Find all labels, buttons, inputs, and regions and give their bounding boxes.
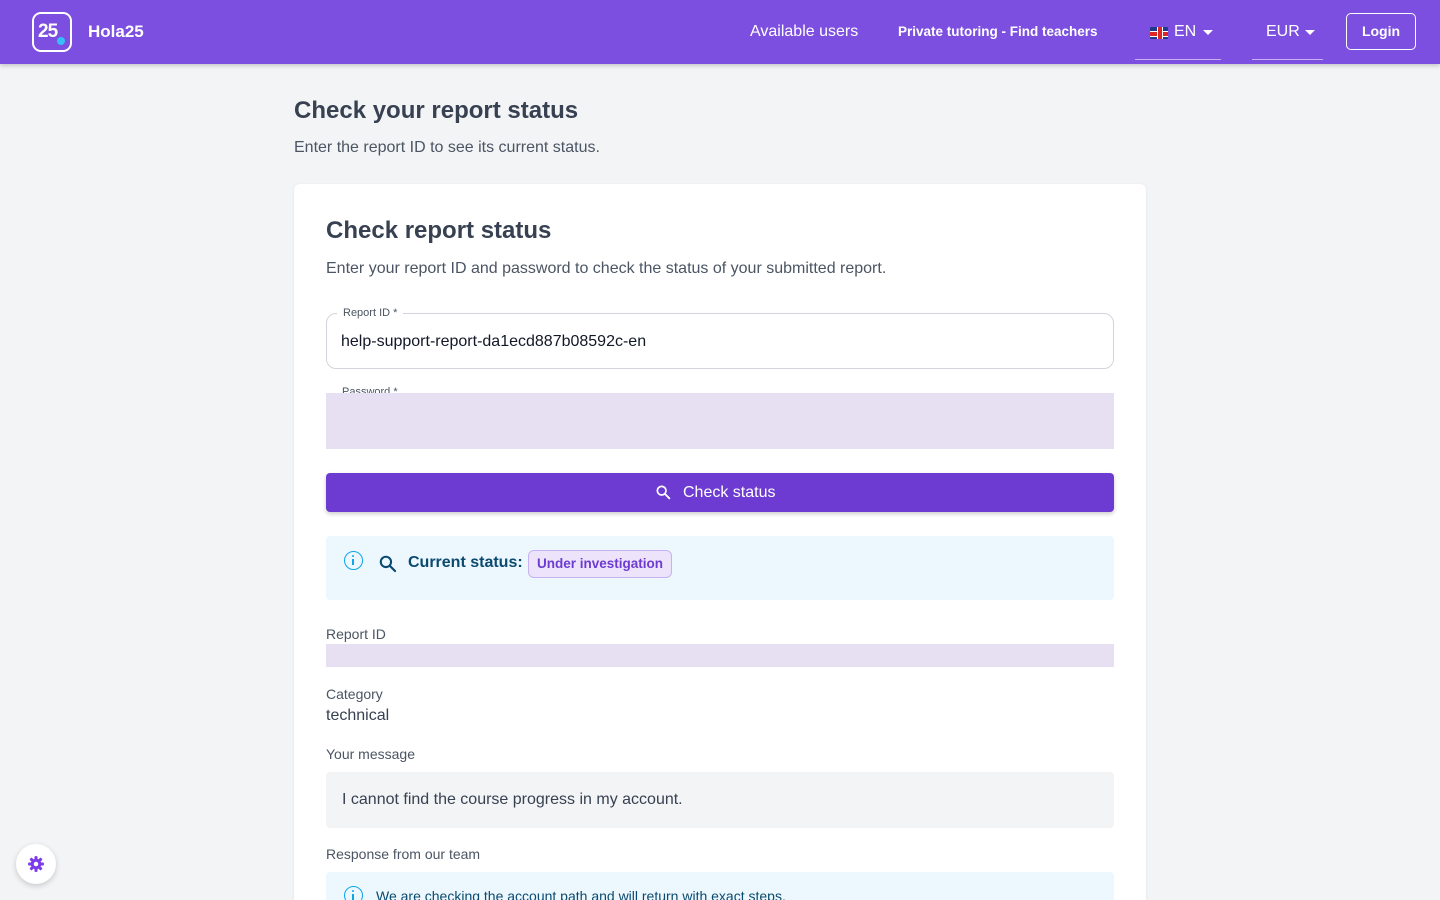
language-label: EN bbox=[1174, 23, 1197, 40]
response-label: Response from our team bbox=[326, 846, 481, 862]
currency-label: EUR bbox=[1266, 23, 1300, 40]
card-title: Check report status bbox=[326, 217, 552, 244]
card-subtitle: Enter your report ID and password to che… bbox=[326, 260, 887, 277]
check-status-label: Check status bbox=[683, 484, 776, 501]
nav-private-tutoring[interactable]: Private tutoring - Find teachers bbox=[898, 23, 1098, 41]
report-id-value[interactable]: help-support-report-da1ecd887b08592c-en bbox=[341, 332, 646, 352]
password-label: Password * bbox=[342, 386, 398, 393]
logo[interactable]: 25 bbox=[32, 12, 72, 52]
gear-icon bbox=[28, 856, 44, 872]
status-badge: Under investigation bbox=[528, 550, 673, 578]
info-icon bbox=[344, 886, 363, 900]
nav-available-users[interactable]: Available users bbox=[750, 22, 858, 42]
page-title: Check your report status bbox=[294, 97, 579, 124]
language-selector[interactable]: EN bbox=[1135, 10, 1221, 60]
uk-flag-icon bbox=[1150, 27, 1168, 39]
message-text: I cannot find the course progress in my … bbox=[342, 791, 683, 808]
settings-button[interactable] bbox=[16, 844, 56, 884]
report-id-input[interactable]: Report ID * help-support-report-da1ecd88… bbox=[326, 306, 1114, 369]
currency-selector[interactable]: EUR bbox=[1252, 10, 1323, 60]
report-id-detail-value bbox=[326, 644, 1114, 667]
logo-badge-icon bbox=[55, 35, 67, 47]
chevron-down-icon bbox=[1305, 30, 1315, 35]
info-icon bbox=[344, 551, 363, 570]
page-subtitle: Enter the report ID to see its current s… bbox=[294, 139, 600, 156]
check-status-button[interactable]: Check status bbox=[326, 473, 1114, 512]
response-box: We are checking the account path and wil… bbox=[326, 872, 1114, 900]
password-input[interactable] bbox=[326, 393, 1114, 449]
message-box: I cannot find the course progress in my … bbox=[326, 772, 1114, 828]
category-value: technical bbox=[326, 707, 390, 724]
chevron-down-icon bbox=[1203, 30, 1213, 35]
report-id-detail-label: Report ID bbox=[326, 626, 386, 642]
current-status-label: Current status: bbox=[408, 554, 523, 571]
report-id-label: Report ID * bbox=[337, 306, 404, 320]
message-label: Your message bbox=[326, 746, 415, 762]
search-icon bbox=[379, 555, 397, 573]
brand-name[interactable]: Hola25 bbox=[88, 21, 144, 43]
search-icon bbox=[656, 485, 671, 500]
status-alert: Current status: Under investigation bbox=[326, 536, 1114, 600]
report-status-card: Check report status Enter your report ID… bbox=[294, 184, 1146, 900]
category-label: Category bbox=[326, 686, 383, 702]
top-navbar: 25 Hola25 Available users Private tutori… bbox=[0, 0, 1440, 64]
login-button[interactable]: Login bbox=[1346, 13, 1416, 50]
response-text: We are checking the account path and wil… bbox=[376, 888, 786, 900]
